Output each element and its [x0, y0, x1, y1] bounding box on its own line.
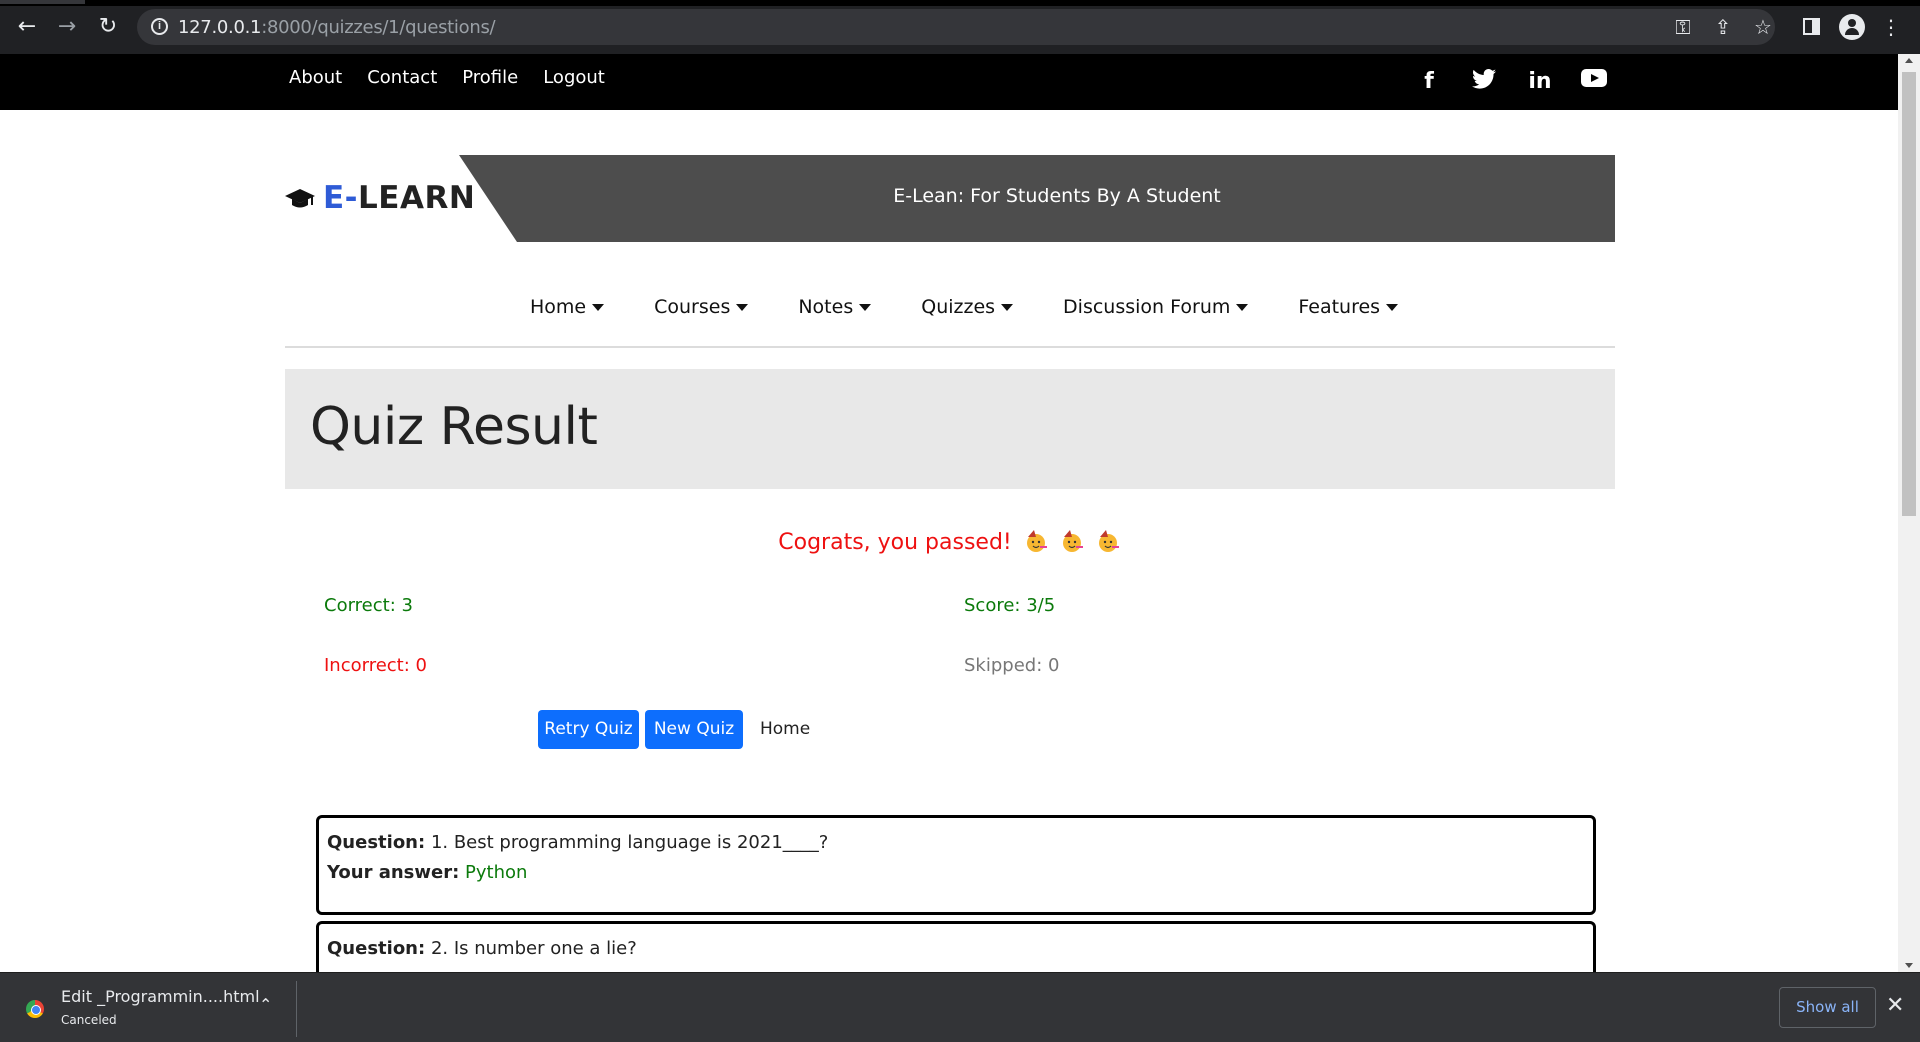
nav-home-dropdown[interactable]: Home [530, 296, 605, 318]
contact-link[interactable]: Contact [367, 67, 437, 88]
close-icon[interactable]: ✕ [1886, 993, 1904, 1018]
logout-link[interactable]: Logout [543, 67, 605, 88]
site-logo[interactable]: E-LEARN [285, 180, 475, 216]
pass-message: Cograts, you passed! [0, 530, 1898, 555]
twitter-icon[interactable] [1470, 68, 1498, 96]
site-info-icon[interactable]: i [151, 18, 168, 35]
tab-strip [0, 0, 1920, 6]
quiz-result-header: Quiz Result [285, 369, 1615, 489]
download-status: Canceled [61, 1013, 117, 1027]
chrome-file-icon [26, 1000, 44, 1018]
about-link[interactable]: About [289, 67, 342, 88]
retry-quiz-button[interactable]: Retry Quiz [538, 710, 639, 749]
page-scrollbar[interactable] [1898, 54, 1920, 972]
caret-down-icon [1001, 303, 1014, 311]
facebook-icon[interactable]: f [1415, 68, 1443, 96]
forward-arrow-icon[interactable]: → [54, 14, 80, 40]
back-arrow-icon[interactable]: ← [14, 14, 40, 40]
party-face-emoji-icon [1062, 530, 1083, 552]
youtube-icon[interactable] [1580, 68, 1608, 96]
nav-discussion-forum-dropdown[interactable]: Discussion Forum [1063, 296, 1249, 318]
scroll-up-arrow-icon[interactable] [1905, 58, 1913, 63]
incorrect-count: Incorrect: 0 [324, 655, 427, 676]
question-line: Question: 2. Is number one a lie? [327, 938, 637, 959]
main-navigation: Home Courses Notes Quizzes Discussion Fo… [285, 290, 1615, 348]
scroll-down-arrow-icon[interactable] [1905, 963, 1913, 968]
party-face-emoji-icon [1026, 530, 1047, 552]
chevron-up-icon[interactable]: ⌃ [259, 995, 272, 1014]
share-icon[interactable]: ⇪ [1710, 14, 1736, 40]
page-title: Quiz Result [310, 397, 598, 457]
site-topbar: About Contact Profile Logout f in [0, 54, 1898, 110]
active-tab[interactable] [0, 0, 85, 4]
nav-quizzes-dropdown[interactable]: Quizzes [921, 296, 1014, 318]
reload-icon[interactable]: ↻ [95, 14, 121, 40]
header-banner: E-Lean: For Students By A Student [459, 155, 1615, 242]
bookmark-star-icon[interactable]: ☆ [1750, 14, 1776, 40]
caret-down-icon [1386, 303, 1399, 311]
scroll-thumb[interactable] [1902, 72, 1916, 516]
url-text[interactable]: 127.0.0.1:8000/quizzes/1/questions/ [178, 17, 496, 38]
correct-count: Correct: 3 [324, 595, 413, 616]
key-icon[interactable]: ⚿ [1670, 14, 1696, 40]
profile-link[interactable]: Profile [462, 67, 518, 88]
address-bar[interactable]: i 127.0.0.1:8000/quizzes/1/questions/ [137, 9, 1775, 45]
nav-notes-dropdown[interactable]: Notes [798, 296, 872, 318]
site-tagline: E-Lean: For Students By A Student [893, 185, 1221, 207]
question-line: Question: 1. Best programming language i… [327, 832, 829, 853]
party-face-emoji-icon [1098, 530, 1119, 552]
nav-courses-dropdown[interactable]: Courses [654, 296, 749, 318]
topbar-links: About Contact Profile Logout [289, 67, 605, 88]
answer-line: Your answer: Python [327, 862, 528, 883]
download-filename[interactable]: Edit _Programmin....html [61, 987, 260, 1006]
new-quiz-button[interactable]: New Quiz [645, 710, 743, 749]
score-value: Score: 3/5 [964, 595, 1056, 616]
skipped-count: Skipped: 0 [964, 655, 1060, 676]
profile-avatar-icon[interactable] [1839, 14, 1865, 40]
caret-down-icon [1236, 303, 1249, 311]
side-panel-icon[interactable] [1803, 18, 1820, 35]
downloads-bar: Edit _Programmin....html Canceled ⌃ Show… [0, 972, 1920, 1042]
nav-features-dropdown[interactable]: Features [1298, 296, 1399, 318]
question-card: Question: 1. Best programming language i… [316, 815, 1596, 915]
logo-text: E-LEARN [323, 180, 476, 216]
home-link[interactable]: Home [760, 719, 810, 739]
caret-down-icon [736, 303, 749, 311]
caret-down-icon [859, 303, 872, 311]
divider [296, 981, 297, 1037]
browser-toolbar: ← → ↻ i 127.0.0.1:8000/quizzes/1/questio… [0, 0, 1920, 54]
show-all-button[interactable]: Show all [1779, 987, 1876, 1028]
caret-down-icon [592, 303, 605, 311]
linkedin-icon[interactable]: in [1526, 68, 1554, 96]
graduation-cap-icon [285, 189, 315, 208]
kebab-menu-icon[interactable]: ⋮ [1878, 14, 1904, 40]
